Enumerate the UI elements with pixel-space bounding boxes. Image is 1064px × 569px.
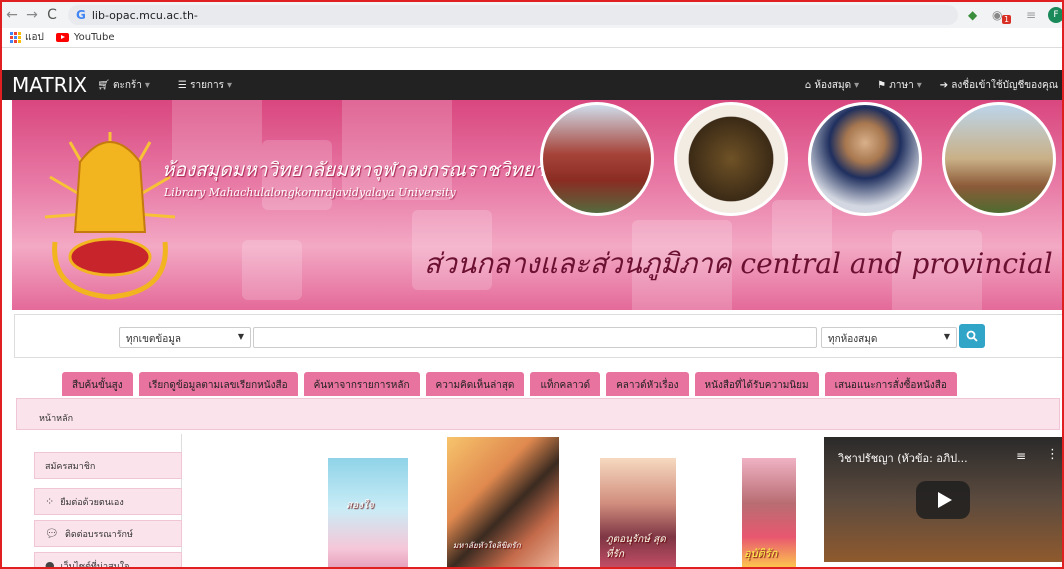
library-select-value: ทุกห้องสมุด bbox=[828, 334, 878, 345]
browser-window: ← → C G lib-opac.mcu.ac.th- ◆ ◉ 1 ≡ F แอ… bbox=[0, 0, 1064, 569]
header-banner: ห้องสมุดมหาวิทยาลัยมหาจุฬาลงกรณราชวิทยาล… bbox=[12, 100, 1062, 310]
tab-browse-main-list[interactable]: ค้นหาจากรายการหลัก bbox=[303, 372, 420, 396]
search-scope-select[interactable]: ทุกเขตข้อมูล ▼ bbox=[119, 327, 251, 348]
chat-icon: 💬︎ bbox=[45, 527, 59, 540]
book-cover[interactable]: ภูตอนุรักษ์ สุดที่รัก bbox=[600, 458, 676, 567]
nav-cart[interactable]: 🛒︎ ตะกร้า ▾ bbox=[97, 78, 150, 93]
extension-icon[interactable]: ◆ bbox=[968, 7, 977, 23]
tab-advanced-search[interactable]: สืบค้นขั้นสูง bbox=[62, 372, 133, 396]
book-cover[interactable]: มหาลัยหัวใจลิขิตรัก bbox=[447, 437, 559, 567]
search-icon bbox=[966, 330, 978, 342]
address-bar: ← → C G lib-opac.mcu.ac.th- ◆ ◉ 1 ≡ F bbox=[2, 2, 1062, 28]
nav-list[interactable]: ☰ รายการ ▾ bbox=[178, 78, 232, 93]
chevron-down-icon: ▾ bbox=[144, 79, 150, 91]
sidebar-item-label: สมัครสมาชิก bbox=[45, 461, 96, 472]
chevron-down-icon: ▼ bbox=[237, 332, 244, 341]
nav-login[interactable]: ➔ ลงชื่อเข้าใช้บัญชีของคุณ bbox=[940, 78, 1058, 93]
spinner-icon: ⁘ bbox=[45, 495, 55, 508]
bookmark-apps[interactable]: แอป bbox=[25, 30, 44, 45]
tab-latest-comments[interactable]: ความคิดเห็นล่าสุด bbox=[425, 372, 525, 396]
nav-language[interactable]: ⚑ ภาษา ▾ bbox=[877, 78, 922, 93]
back-icon[interactable]: ← bbox=[2, 7, 22, 23]
library-select[interactable]: ทุกห้องสมุด ▼ bbox=[821, 327, 957, 348]
cart-icon: 🛒︎ bbox=[97, 79, 113, 91]
video-embed[interactable]: วิชาปรัชญา (หัวข้อ: อภิป... ≡ ⋮ bbox=[824, 437, 1062, 562]
portrait-photo bbox=[808, 102, 922, 216]
playlist-icon[interactable]: ≡ bbox=[1016, 449, 1026, 463]
list-icon: ☰ bbox=[177, 79, 191, 91]
breadcrumb[interactable]: หน้าหลัก bbox=[16, 398, 1060, 430]
tab-purchase-suggestion[interactable]: เสนอแนะการสั่งซื้อหนังสือ bbox=[824, 372, 957, 396]
book-title: มหาลัยหัวใจลิขิตรัก bbox=[453, 541, 521, 550]
forward-icon[interactable]: → bbox=[22, 7, 42, 23]
nav-library[interactable]: ⌂ ห้องสมุด ▾ bbox=[805, 78, 859, 93]
sidebar-item-label: ติดต่อบรรณารักษ์ bbox=[64, 529, 133, 540]
building-photo bbox=[540, 102, 654, 216]
sidebar-item-contact-librarian[interactable]: 💬︎ ติดต่อบรรณารักษ์ bbox=[34, 520, 182, 547]
youtube-icon bbox=[55, 33, 69, 42]
sidebar-item-self-renew[interactable]: ⁘ ยืมต่อด้วยตนเอง bbox=[34, 488, 182, 515]
extension-badge: 1 bbox=[1002, 15, 1012, 24]
globe-icon: ● bbox=[45, 559, 55, 569]
tab-tag-cloud[interactable]: แท็กคลาวด์ bbox=[530, 372, 601, 396]
search-button[interactable] bbox=[959, 324, 985, 348]
search-panel: ทุกเขตข้อมูล ▼ ทุกห้องสมุด ▼ bbox=[14, 314, 1062, 358]
book-title: อุบัติรัก bbox=[744, 547, 778, 560]
chevron-down-icon: ▾ bbox=[854, 79, 860, 91]
nav-right: ⌂ ห้องสมุด ▾ ⚑ ภาษา ▾ ➔ ลงชื่อเข้าใช้บัญชี… bbox=[787, 70, 1058, 100]
sidebar-item-label: เว็บไซต์ที่น่าสนใจ bbox=[60, 561, 130, 569]
google-icon: G bbox=[76, 8, 86, 22]
reading-list-icon[interactable]: ≡ bbox=[1026, 7, 1036, 23]
banner-subtitle: ส่วนกลางและส่วนภูมิภาค central and provi… bbox=[424, 247, 1053, 280]
chevron-down-icon: ▼ bbox=[943, 332, 950, 341]
flag-icon: ⚑ bbox=[877, 79, 890, 91]
book-title: ภูตอนุรักษ์ สุดที่รัก bbox=[606, 534, 666, 560]
reload-icon[interactable]: C bbox=[42, 7, 62, 23]
tab-browse-call-number[interactable]: เรียกดูข้อมูลตามเลขเรียกหนังสือ bbox=[138, 372, 298, 396]
bookmark-youtube[interactable]: YouTube bbox=[74, 32, 115, 43]
more-options-icon[interactable]: ⋮ bbox=[1046, 447, 1059, 462]
book-title: สองใจ bbox=[346, 500, 374, 511]
university-crest-logo bbox=[44, 132, 176, 300]
nav-cart-label: ตะกร้า bbox=[112, 79, 142, 91]
profile-avatar[interactable]: F bbox=[1048, 7, 1062, 23]
banner-title-en: Library Mahachulalongkornrajavidyalaya U… bbox=[164, 186, 456, 199]
feature-tabs: สืบค้นขั้นสูง เรียกดูข้อมูลตามเลขเรียกหน… bbox=[62, 372, 963, 396]
tab-popular-books[interactable]: หนังสือที่ได้รับความนิยม bbox=[694, 372, 819, 396]
temple-photo bbox=[942, 102, 1056, 216]
banner-title-th: ห้องสมุดมหาวิทยาลัยมหาจุฬาลงกรณราชวิทยาล… bbox=[162, 159, 568, 181]
sidebar-item-label: ยืมต่อด้วยตนเอง bbox=[60, 497, 124, 508]
bookmarks-bar: แอป YouTube bbox=[2, 28, 1062, 48]
tab-subject-cloud[interactable]: คลาวด์หัวเรื่อง bbox=[606, 372, 689, 396]
nav-login-label: ลงชื่อเข้าใช้บัญชีของคุณ bbox=[951, 79, 1058, 91]
video-title[interactable]: วิชาปรัชญา (หัวข้อ: อภิป... bbox=[838, 449, 1008, 467]
nav-list-label: รายการ bbox=[190, 79, 224, 91]
url-text: lib-opac.mcu.ac.th- bbox=[91, 8, 198, 22]
url-field[interactable]: G lib-opac.mcu.ac.th- bbox=[68, 5, 958, 25]
sidebar: สมัครสมาชิก ⁘ ยืมต่อด้วยตนเอง 💬︎ ติดต่อบ… bbox=[16, 434, 182, 569]
sidebar-item-register[interactable]: สมัครสมาชิก bbox=[34, 452, 182, 479]
site-navbar: MATRIX 🛒︎ ตะกร้า ▾ ☰ รายการ ▾ ⌂ ห้องสมุด ▾ … bbox=[2, 70, 1062, 100]
nav-library-label: ห้องสมุด bbox=[814, 79, 852, 91]
apps-grid-icon[interactable] bbox=[10, 32, 21, 43]
search-input[interactable] bbox=[253, 327, 817, 348]
book-cover[interactable]: สองใจ bbox=[328, 458, 408, 567]
book-cover[interactable]: อุบัติรัก bbox=[742, 458, 796, 567]
library-icon: ⌂ bbox=[804, 79, 815, 91]
site-brand[interactable]: MATRIX bbox=[2, 73, 87, 97]
chevron-down-icon: ▾ bbox=[916, 79, 922, 91]
login-icon: ➔ bbox=[939, 79, 952, 91]
extension-icon[interactable]: ◉ bbox=[992, 7, 1002, 23]
play-button[interactable] bbox=[916, 481, 970, 519]
sidebar-item-links[interactable]: ● เว็บไซต์ที่น่าสนใจ bbox=[34, 552, 182, 569]
search-scope-value: ทุกเขตข้อมูล bbox=[126, 334, 181, 345]
nav-language-label: ภาษา bbox=[889, 79, 914, 91]
book-photo bbox=[674, 102, 788, 216]
chevron-down-icon: ▾ bbox=[226, 79, 232, 91]
